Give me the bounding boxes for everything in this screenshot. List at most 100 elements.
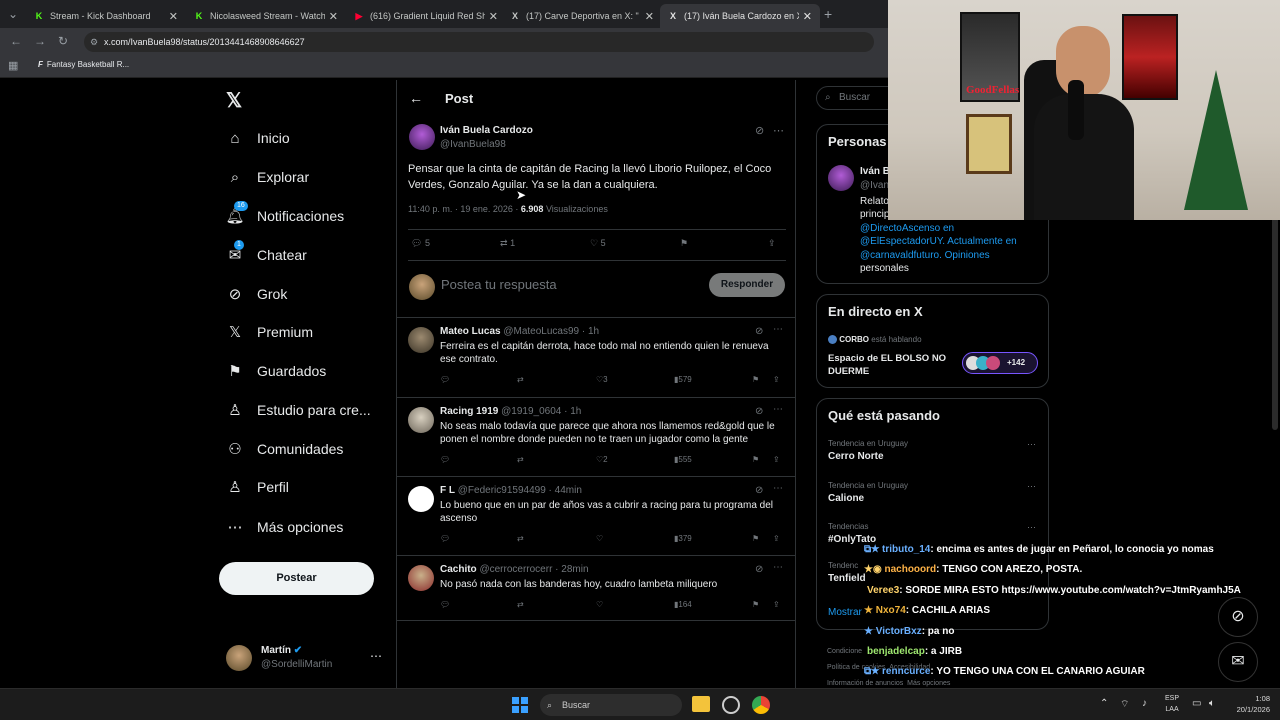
volume-icon[interactable]: 🔈︎ <box>1209 698 1215 709</box>
obs-icon[interactable] <box>722 696 740 714</box>
listeners-pill[interactable]: +142 <box>962 352 1038 374</box>
trend-item[interactable]: Tendencia en Uruguay Cerro Norte <box>828 439 908 462</box>
share-icon[interactable]: ⇪ <box>773 375 780 384</box>
like-action[interactable]: ♡ 3 <box>596 375 608 384</box>
like-action[interactable]: ♡ <box>596 534 603 543</box>
browser-tab[interactable]: X (17) Carve Deportiva en X: " ✕ <box>502 4 662 28</box>
clock[interactable]: 1:08 20/1/2026 <box>1226 693 1270 715</box>
reply-input[interactable]: Postea tu respuesta <box>441 277 557 292</box>
like-action[interactable]: ♡ 2 <box>596 455 608 464</box>
author-avatar[interactable] <box>409 124 435 150</box>
reply-button[interactable]: Responder <box>709 273 785 297</box>
nav-item-estudio[interactable]: ♙ Estudio para cre... <box>226 395 370 425</box>
bookmark-icon[interactable]: ⚑ <box>752 375 759 384</box>
chrome-icon[interactable] <box>752 696 770 714</box>
nav-item-guardados[interactable]: ⚑ Guardados <box>226 356 326 386</box>
new-tab-icon[interactable]: + <box>824 6 832 22</box>
avatar[interactable] <box>408 327 434 353</box>
like-action[interactable]: ♡ <box>596 600 603 609</box>
more-icon[interactable]: ⋯ <box>773 483 783 494</box>
reload-icon[interactable]: ↻ <box>58 34 68 48</box>
nav-item-mas-opciones[interactable]: ⋯ Más opciones <box>226 512 344 542</box>
live-card[interactable]: En directo en X CORBO está hablando Espa… <box>816 294 1049 388</box>
repost-icon[interactable]: ⇄ <box>517 455 524 464</box>
bookmark-icon[interactable]: ⚑ <box>752 455 759 464</box>
more-icon[interactable]: ⋯ <box>773 404 783 415</box>
close-icon[interactable]: ✕ <box>803 10 812 23</box>
like-action[interactable]: ♡ 5 <box>590 238 606 249</box>
network-icon[interactable]: ⌔ <box>1120 698 1129 711</box>
share-icon[interactable]: ⇪ <box>773 600 780 609</box>
more-icon[interactable]: ⋯ <box>773 324 783 335</box>
repost-icon[interactable]: ⇄ <box>517 600 524 609</box>
more-icon[interactable]: ⋯ <box>1027 439 1036 450</box>
views-action[interactable]: ▮ 379 <box>674 534 692 543</box>
views-action[interactable]: ▮ 164 <box>674 600 692 609</box>
browser-tab-active[interactable]: X (17) Iván Buela Cardozo en X: " ✕ <box>660 4 820 28</box>
show-more-link[interactable]: Mostrar <box>828 607 862 618</box>
nav-item-notificaciones[interactable]: 🔔︎ 16 Notificaciones <box>225 201 344 231</box>
nav-item-explorar[interactable]: ⌕ Explorar <box>226 162 309 192</box>
grok-icon[interactable]: ⊘ <box>755 564 763 575</box>
repost-action[interactable]: ⇄ 1 <box>500 238 515 249</box>
close-icon[interactable]: ✕ <box>329 10 338 23</box>
back-arrow-icon[interactable]: ← <box>409 90 423 106</box>
close-icon[interactable]: ✕ <box>645 10 654 23</box>
more-icon[interactable]: ⋯ <box>773 124 784 137</box>
bookmark-icon[interactable]: ⚑ <box>680 238 688 249</box>
url-input[interactable]: ⚙ x.com/IvanBuela98/status/2013441468908… <box>84 32 874 52</box>
browser-tab[interactable]: K Stream - Kick Dashboard ✕ <box>26 4 186 28</box>
reply-action[interactable]: 💬︎ 5 <box>411 238 430 249</box>
x-logo-icon[interactable]: 𝕏 <box>226 88 242 113</box>
reply-icon[interactable]: 💬︎ <box>440 600 450 609</box>
back-icon[interactable]: ← <box>10 34 22 48</box>
author-handle[interactable]: @IvanBuela98 <box>440 139 506 150</box>
reply-item[interactable]: Mateo Lucas @MateoLucas99 · 1h ⊘ ⋯ Ferre… <box>397 317 795 397</box>
avatar[interactable] <box>828 165 854 191</box>
grok-icon[interactable]: ⊘ <box>755 124 764 137</box>
views-action[interactable]: ▮ 555 <box>674 455 692 464</box>
start-icon[interactable] <box>512 697 528 713</box>
avatar[interactable] <box>408 407 434 433</box>
grok-icon[interactable]: ⊘ <box>755 406 763 417</box>
display-icon[interactable]: ▭ <box>1192 698 1201 709</box>
language-indicator[interactable]: ESP LAA <box>1165 693 1179 715</box>
grok-icon[interactable]: ⊘ <box>1218 597 1258 637</box>
share-icon[interactable]: ⇪ <box>768 238 776 249</box>
grok-icon[interactable]: ⊘ <box>755 326 763 337</box>
close-icon[interactable]: ✕ <box>169 10 178 23</box>
views-action[interactable]: ▮ 579 <box>674 375 692 384</box>
microphone-icon[interactable]: ♪ <box>1142 698 1147 709</box>
browser-tab[interactable]: ▶ (616) Gradient Liquid Red Shap ✕ <box>346 4 506 28</box>
file-explorer-icon[interactable] <box>692 696 710 712</box>
reply-item[interactable]: Racing 1919 @1919_0604 · 1h ⊘ ⋯ No seas … <box>397 397 795 476</box>
nav-item-chatear[interactable]: ✉ 1 Chatear <box>226 240 307 270</box>
tab-list-icon[interactable]: ⌄ <box>8 7 18 21</box>
author-name[interactable]: Iván Buela Cardozo <box>440 125 533 136</box>
grok-icon[interactable]: ⊘ <box>755 485 763 496</box>
messages-icon[interactable]: ✉ <box>1218 642 1258 682</box>
more-icon[interactable]: ⋯ <box>1027 481 1036 492</box>
reply-icon[interactable]: 💬︎ <box>440 375 450 384</box>
browser-tab[interactable]: K Nicolasweed Stream - Watch Li ✕ <box>186 4 346 28</box>
trend-item[interactable]: Tendenc Tenfield <box>828 561 866 584</box>
bookmark-icon[interactable]: ⚑ <box>752 600 759 609</box>
reply-item[interactable]: Cachito @cerrocerrocerr · 28min ⊘ ⋯ No p… <box>397 555 795 621</box>
reply-icon[interactable]: 💬︎ <box>440 455 450 464</box>
post-button[interactable]: Postear <box>219 562 374 595</box>
close-icon[interactable]: ✕ <box>489 10 498 23</box>
reply-icon[interactable]: 💬︎ <box>440 534 450 543</box>
nav-item-comunidades[interactable]: ⚇ Comunidades <box>226 434 343 464</box>
more-icon[interactable]: ⋯ <box>1027 522 1036 533</box>
site-info-icon[interactable]: ⚙ <box>90 32 98 52</box>
trend-item[interactable]: Tendencia en Uruguay Calione <box>828 481 908 504</box>
forward-icon[interactable]: → <box>34 34 46 48</box>
taskbar-search[interactable]: ⌕ Buscar <box>540 694 682 716</box>
avatar[interactable] <box>408 565 434 591</box>
more-icon[interactable]: ⋯ <box>370 649 382 663</box>
tray-chevron-icon[interactable]: ⌃ <box>1100 698 1108 709</box>
nav-item-inicio[interactable]: ⌂ Inicio <box>226 123 289 153</box>
avatar[interactable] <box>408 486 434 512</box>
bookmark-icon[interactable]: ⚑ <box>752 534 759 543</box>
share-icon[interactable]: ⇪ <box>773 455 780 464</box>
